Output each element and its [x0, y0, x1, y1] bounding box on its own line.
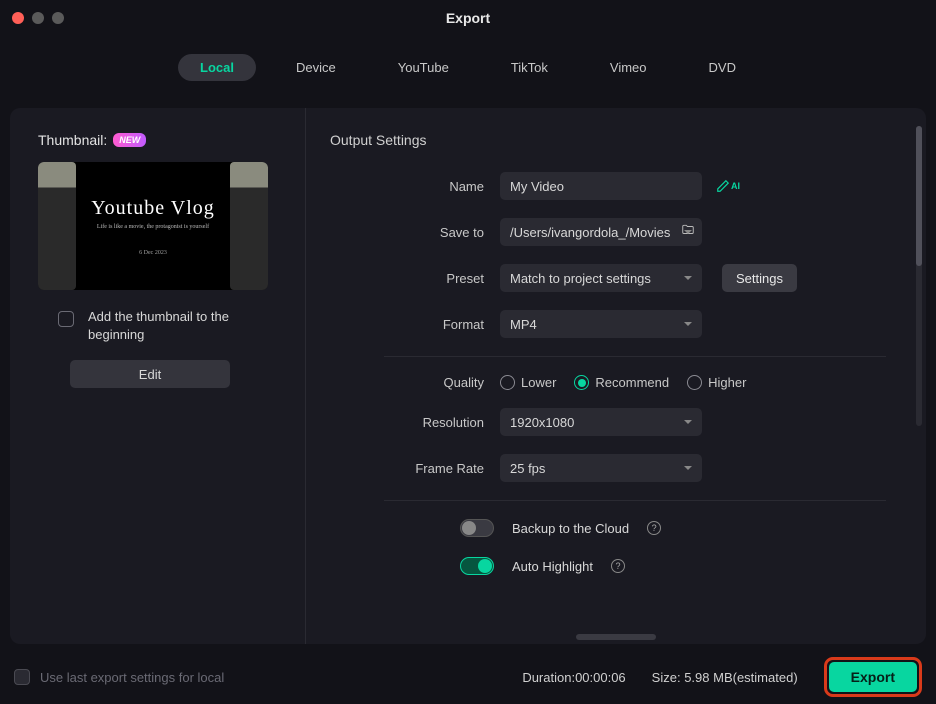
thumbnail-label: Thumbnail:	[38, 132, 107, 148]
add-thumbnail-label: Add the thumbnail to the beginning	[88, 308, 277, 344]
use-last-settings-label: Use last export settings for local	[40, 670, 224, 685]
export-button[interactable]: Export	[829, 662, 917, 692]
size-stat: Size: 5.98 MB(estimated)	[652, 670, 798, 685]
tab-device[interactable]: Device	[274, 54, 358, 81]
titlebar: Export	[0, 0, 936, 36]
new-badge: NEW	[113, 133, 146, 147]
auto-highlight-label: Auto Highlight	[512, 559, 593, 574]
window-title: Export	[446, 10, 490, 26]
thumbnail-column: Thumbnail: NEW Youtube Vlog Life is like…	[10, 108, 306, 644]
divider	[384, 356, 886, 357]
bottom-scroll-hint	[576, 634, 656, 640]
preset-settings-button[interactable]: Settings	[722, 264, 797, 292]
preset-value: Match to project settings	[510, 271, 651, 286]
backup-cloud-label: Backup to the Cloud	[512, 521, 629, 536]
quality-label: Quality	[330, 375, 500, 390]
window-maximize-button[interactable]	[52, 12, 64, 24]
thumbnail-preview-title: Youtube Vlog	[91, 197, 215, 220]
name-label: Name	[330, 179, 500, 194]
ai-rename-icon[interactable]: AI	[716, 179, 740, 193]
format-label: Format	[330, 317, 500, 332]
quality-higher-radio[interactable]: Higher	[687, 375, 746, 390]
divider-2	[384, 500, 886, 501]
footer: Use last export settings for local Durat…	[0, 650, 936, 704]
resolution-value: 1920x1080	[510, 415, 574, 430]
format-select[interactable]: MP4	[500, 310, 702, 338]
thumbnail-preview-date: 6 Dec 2023	[139, 250, 167, 256]
framerate-value: 25 fps	[510, 461, 545, 476]
framerate-select[interactable]: 25 fps	[500, 454, 702, 482]
backup-cloud-toggle[interactable]	[460, 519, 494, 537]
use-last-settings-checkbox[interactable]	[14, 669, 30, 685]
quality-recommend-label: Recommend	[595, 375, 669, 390]
tab-vimeo[interactable]: Vimeo	[588, 54, 669, 81]
duration-stat: Duration:00:00:06	[522, 670, 625, 685]
format-value: MP4	[510, 317, 537, 332]
main-panel: Thumbnail: NEW Youtube Vlog Life is like…	[10, 108, 926, 644]
tab-tiktok[interactable]: TikTok	[489, 54, 570, 81]
auto-highlight-toggle[interactable]	[460, 557, 494, 575]
saveto-label: Save to	[330, 225, 500, 240]
quality-lower-label: Lower	[521, 375, 556, 390]
export-tabs: Local Device YouTube TikTok Vimeo DVD	[0, 36, 936, 95]
auto-highlight-help-icon[interactable]: ?	[611, 559, 625, 573]
framerate-label: Frame Rate	[330, 461, 500, 476]
export-button-highlight: Export	[824, 657, 922, 697]
window-minimize-button[interactable]	[32, 12, 44, 24]
tab-local[interactable]: Local	[178, 54, 256, 81]
output-settings-column: Output Settings Name AI Save to /Users/i…	[306, 108, 926, 644]
folder-icon[interactable]	[680, 223, 696, 237]
saveto-field[interactable]: /Users/ivangordola_/Movies	[500, 218, 702, 246]
backup-help-icon[interactable]: ?	[647, 521, 661, 535]
window-close-button[interactable]	[12, 12, 24, 24]
tab-youtube[interactable]: YouTube	[376, 54, 471, 81]
quality-lower-radio[interactable]: Lower	[500, 375, 556, 390]
resolution-select[interactable]: 1920x1080	[500, 408, 702, 436]
name-input[interactable]	[500, 172, 702, 200]
saveto-value: /Users/ivangordola_/Movies	[510, 225, 670, 240]
tab-dvd[interactable]: DVD	[687, 54, 758, 81]
thumbnail-preview-subtitle: Life is like a movie, the protagonist is…	[97, 224, 209, 230]
edit-thumbnail-button[interactable]: Edit	[70, 360, 230, 388]
add-thumbnail-checkbox[interactable]	[58, 311, 74, 327]
quality-higher-label: Higher	[708, 375, 746, 390]
preset-select[interactable]: Match to project settings	[500, 264, 702, 292]
thumbnail-preview[interactable]: Youtube Vlog Life is like a movie, the p…	[38, 162, 268, 290]
resolution-label: Resolution	[330, 415, 500, 430]
output-settings-title: Output Settings	[330, 132, 886, 148]
quality-recommend-radio[interactable]: Recommend	[574, 375, 669, 390]
preset-label: Preset	[330, 271, 500, 286]
